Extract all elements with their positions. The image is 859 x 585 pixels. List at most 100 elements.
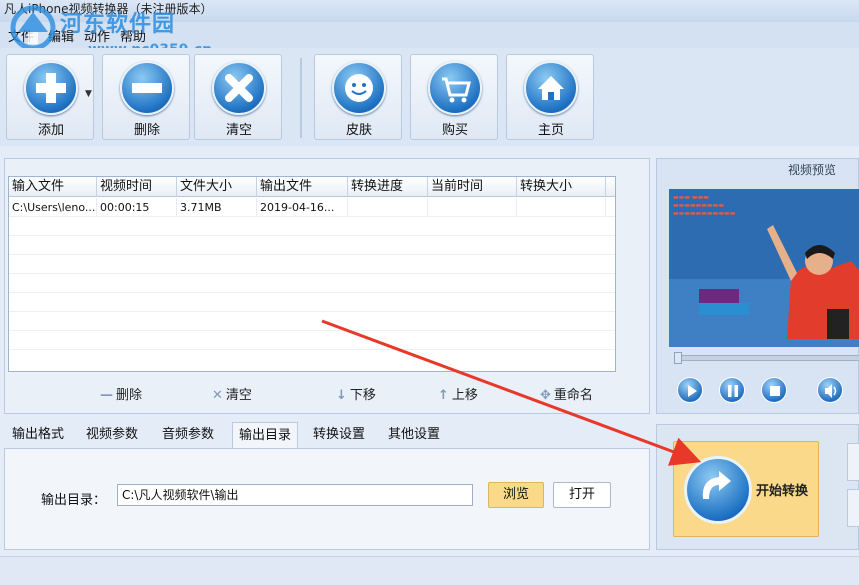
table-row (9, 350, 615, 369)
table-row (9, 217, 615, 236)
toolbar: ▼ 添加 删除 清空 皮肤 购买 主页 (0, 48, 859, 146)
pause-button[interactable] (719, 377, 745, 403)
rename-icon: ✥ (540, 388, 551, 403)
remove-item-label: 删除 (116, 388, 143, 403)
list-actions: — 删除 ✕ 清空 ↓ 下移 ↑ 上移 ✥ 重命名 (8, 380, 648, 410)
tab-output-dir[interactable]: 输出目录 (232, 422, 299, 448)
tab-other-settings[interactable]: 其他设置 (382, 422, 446, 448)
arrow-down-icon: ↓ (336, 388, 347, 403)
speaker-icon (825, 384, 837, 398)
skin-button[interactable]: 皮肤 (314, 54, 402, 140)
column-header[interactable]: 输入文件 (9, 177, 97, 197)
clear-button[interactable]: 清空 (194, 54, 282, 140)
video-preview: ▬▬▬ ▬▬▬ ▬▬▬▬▬▬▬▬▬ ▬▬▬▬▬▬▬▬▬▬▬ (669, 189, 859, 347)
buy-label: 购买 (441, 123, 468, 138)
cart-icon (428, 61, 482, 115)
delete-button[interactable]: 删除 (102, 54, 190, 140)
pause-icon (728, 385, 738, 397)
play-button[interactable] (677, 377, 703, 403)
tab-convert-settings[interactable]: 转换设置 (307, 422, 371, 448)
side-button[interactable] (847, 443, 859, 481)
toolbar-separator (300, 58, 302, 138)
move-up-label: 上移 (451, 388, 478, 403)
seek-slider[interactable] (674, 352, 859, 364)
buy-button[interactable]: 购买 (410, 54, 498, 140)
tab-audio-params[interactable]: 音频参数 (156, 422, 220, 448)
preview-panel: 视频预览 ▬▬▬ ▬▬▬ ▬▬▬▬▬▬▬▬▬ ▬▬▬▬▬▬▬▬▬▬▬ (656, 158, 859, 414)
smiley-icon (332, 61, 386, 115)
side-button[interactable] (847, 489, 859, 527)
table-cell: 00:00:15 (97, 198, 177, 217)
refresh-arrow-icon (684, 456, 752, 524)
output-dir-label: 输出目录： (41, 493, 107, 508)
output-dir-panel: 输出目录： C:\凡人视频软件\输出 浏览 打开 (4, 448, 650, 550)
clear-list-button[interactable]: ✕ 清空 (212, 384, 252, 403)
start-panel: 开始转换 (656, 424, 859, 550)
close-icon (212, 61, 266, 115)
move-up-button[interactable]: ↑ 上移 (438, 384, 478, 403)
seek-thumb[interactable] (674, 352, 682, 364)
table-row (9, 255, 615, 274)
browse-button[interactable]: 浏览 (488, 482, 544, 508)
table-cell: 3.71MB (177, 198, 257, 217)
close-icon: ✕ (212, 388, 223, 403)
open-folder-button[interactable]: 打开 (553, 482, 611, 508)
dropdown-arrow-icon[interactable]: ▼ (85, 89, 92, 99)
output-dir-field[interactable]: C:\凡人视频软件\输出 (117, 484, 473, 506)
column-header[interactable]: 转换大小 (517, 177, 606, 197)
settings-tabs: 输出格式 视频参数 音频参数 输出目录 转换设置 其他设置 (4, 422, 650, 448)
table-row (9, 331, 615, 350)
move-down-button[interactable]: ↓ 下移 (336, 384, 376, 403)
rename-button[interactable]: ✥ 重命名 (540, 384, 593, 403)
svg-text:▬▬▬ ▬▬▬: ▬▬▬ ▬▬▬ (673, 194, 709, 201)
table-row (9, 312, 615, 331)
clear-list-label: 清空 (225, 388, 252, 403)
table-row (9, 236, 615, 255)
tab-video-params[interactable]: 视频参数 (80, 422, 144, 448)
table-cell (348, 198, 428, 217)
home-icon (524, 61, 578, 115)
arrow-up-icon: ↑ (438, 388, 449, 403)
table-cell (517, 198, 606, 217)
column-header[interactable]: 当前时间 (428, 177, 517, 197)
status-bar (0, 556, 859, 585)
table-header: 输入文件 视频时间 文件大小 输出文件 转换进度 当前时间 转换大小 (9, 177, 615, 197)
home-button[interactable]: 主页 (506, 54, 594, 140)
start-convert-label: 开始转换 (756, 484, 809, 499)
stop-button[interactable] (761, 377, 787, 403)
add-button[interactable]: ▼ 添加 (6, 54, 94, 140)
column-header[interactable]: 文件大小 (177, 177, 257, 197)
delete-label: 删除 (133, 123, 160, 138)
skin-label: 皮肤 (345, 123, 372, 138)
watermark-text: 河东软件园 (60, 12, 176, 37)
preview-title: 视频预览 (787, 163, 836, 177)
column-header[interactable]: 转换进度 (348, 177, 428, 197)
column-header[interactable]: 视频时间 (97, 177, 177, 197)
move-down-label: 下移 (349, 388, 376, 403)
remove-item-button[interactable]: — 删除 (100, 384, 142, 403)
svg-text:▬▬▬▬▬▬▬▬▬▬▬: ▬▬▬▬▬▬▬▬▬▬▬ (673, 210, 736, 217)
clear-label: 清空 (225, 123, 252, 138)
tab-output-format[interactable]: 输出格式 (6, 422, 70, 448)
table-row (9, 293, 615, 312)
watermark-logo-icon (10, 5, 56, 51)
volume-button[interactable] (817, 377, 843, 403)
play-icon (688, 385, 697, 397)
table-cell (428, 198, 517, 217)
video-frame-image: ▬▬▬ ▬▬▬ ▬▬▬▬▬▬▬▬▬ ▬▬▬▬▬▬▬▬▬▬▬ (669, 189, 859, 347)
table-cell: C:\Users\leno... (9, 198, 97, 217)
plus-icon (24, 61, 78, 115)
add-label: 添加 (37, 123, 64, 138)
rename-label: 重命名 (553, 388, 593, 403)
stop-icon (770, 386, 780, 396)
table-row (9, 274, 615, 293)
minus-icon: — (100, 388, 113, 403)
file-table[interactable]: 输入文件 视频时间 文件大小 输出文件 转换进度 当前时间 转换大小 C:\Us… (8, 176, 616, 372)
table-cell: 2019-04-16... (257, 198, 348, 217)
column-header[interactable]: 输出文件 (257, 177, 348, 197)
minus-icon (120, 61, 174, 115)
svg-text:▬▬▬▬▬▬▬▬▬: ▬▬▬▬▬▬▬▬▬ (673, 202, 724, 209)
start-convert-button[interactable]: 开始转换 (673, 441, 819, 537)
table-row[interactable]: C:\Users\leno... 00:00:15 3.71MB 2019-04… (9, 198, 615, 217)
home-label: 主页 (537, 123, 564, 138)
